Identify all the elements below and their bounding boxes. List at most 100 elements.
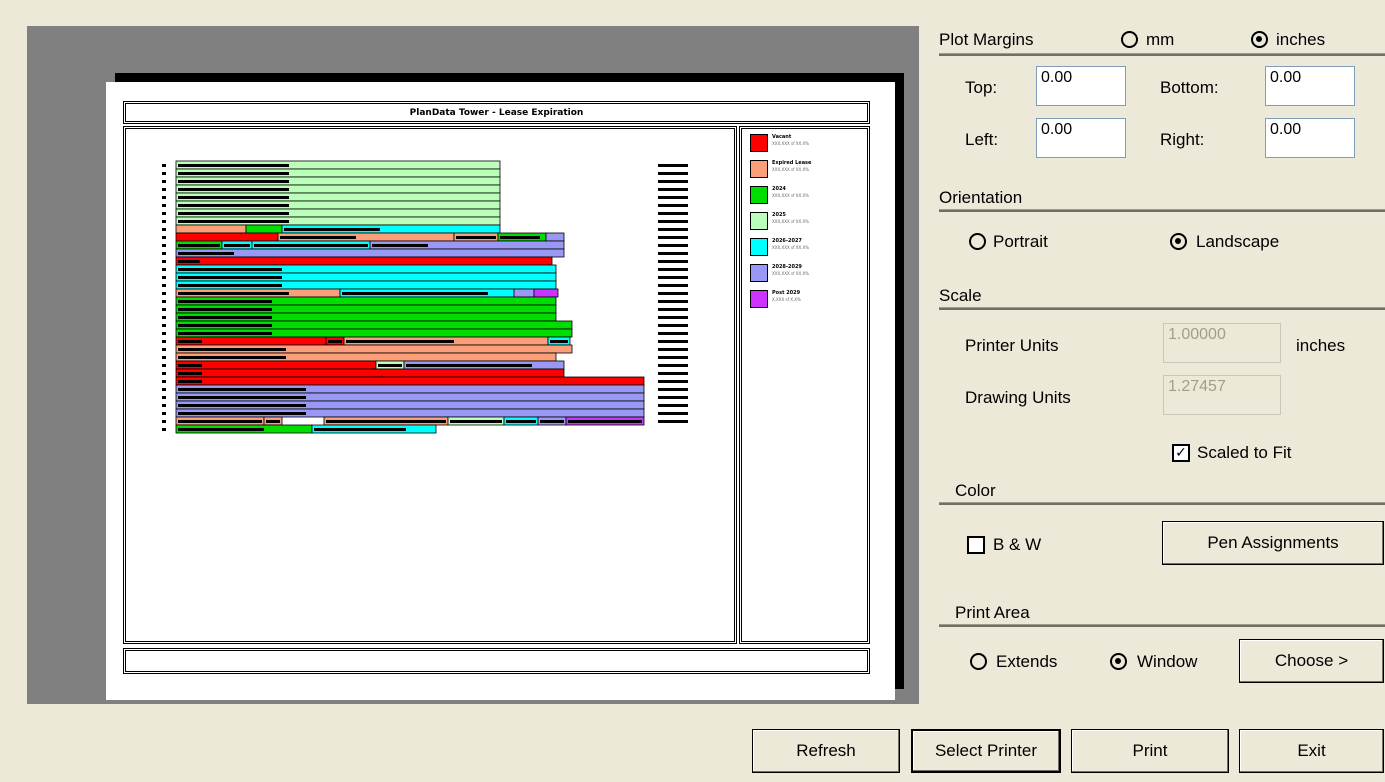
floor-area-label xyxy=(658,420,688,423)
tenant-label xyxy=(178,316,272,319)
floor-marker xyxy=(162,268,166,271)
right-label: Right: xyxy=(1160,130,1205,149)
floor-marker xyxy=(162,396,166,399)
tenant-label xyxy=(178,220,289,223)
floor-area-label xyxy=(658,292,688,295)
legend-stat: XXX,XXX sf XX.X% xyxy=(772,271,810,276)
extends-label: Extends xyxy=(996,652,1058,671)
floor-area-label xyxy=(658,204,688,207)
floor-marker xyxy=(162,380,166,383)
pen-assignments-button[interactable]: Pen Assignments xyxy=(1162,521,1384,565)
tenant-label xyxy=(500,236,540,239)
landscape-radio[interactable] xyxy=(1170,233,1187,250)
tenant-label xyxy=(178,284,282,287)
tenant-label xyxy=(224,244,250,247)
floor-marker xyxy=(162,340,166,343)
tenant-label xyxy=(178,276,282,279)
portrait-radio[interactable] xyxy=(969,233,986,250)
tenant-label xyxy=(178,252,234,255)
tenant-label xyxy=(328,340,342,343)
floor-marker xyxy=(162,188,166,191)
floor-marker xyxy=(162,332,166,335)
stacking-plan-graphic xyxy=(162,160,688,434)
orientation-divider xyxy=(939,209,1385,212)
floor-marker xyxy=(162,388,166,391)
floor-marker xyxy=(162,300,166,303)
floor-marker xyxy=(162,412,166,415)
inches-radio[interactable] xyxy=(1251,31,1268,48)
floor-area-label xyxy=(658,172,688,175)
tenant-label xyxy=(178,164,289,167)
floor-area-label xyxy=(658,316,688,319)
left-margin-input[interactable]: 0.00 xyxy=(1036,118,1126,158)
floor-marker xyxy=(162,356,166,359)
select-printer-button[interactable]: Select Printer xyxy=(911,729,1061,773)
tenant-label xyxy=(178,428,264,431)
floor-area-label xyxy=(658,164,688,167)
suite-block xyxy=(545,232,565,242)
floor-marker xyxy=(162,220,166,223)
legend-stat: X,XXX sf X.X% xyxy=(772,297,801,302)
floor-marker xyxy=(162,348,166,351)
tenant-label xyxy=(346,340,454,343)
extends-radio[interactable] xyxy=(970,653,987,670)
tenant-label xyxy=(372,244,428,247)
bw-checkbox[interactable] xyxy=(967,536,985,554)
bottom-margin-input[interactable]: 0.00 xyxy=(1265,66,1355,106)
printer-units-input[interactable]: 1.00000 xyxy=(1163,323,1281,363)
suite-block xyxy=(175,368,565,378)
legend-swatch xyxy=(750,264,768,282)
floor-area-label xyxy=(658,340,688,343)
legend-label: Expired Lease xyxy=(772,160,812,166)
floor-marker xyxy=(162,364,166,367)
suite-block xyxy=(175,248,565,258)
legend-swatch xyxy=(750,186,768,204)
tenant-label xyxy=(178,188,289,191)
mm-radio[interactable] xyxy=(1121,31,1138,48)
tenant-label xyxy=(178,292,289,295)
choose-button[interactable]: Choose > xyxy=(1239,639,1384,683)
floor-marker xyxy=(162,428,166,431)
right-margin-input[interactable]: 0.00 xyxy=(1265,118,1355,158)
tenant-label xyxy=(406,364,532,367)
floor-marker xyxy=(162,260,166,263)
tenant-label xyxy=(550,340,568,343)
floor-marker xyxy=(162,244,166,247)
floor-marker xyxy=(162,404,166,407)
tenant-label xyxy=(178,396,306,399)
floor-marker xyxy=(162,236,166,239)
tenant-label xyxy=(178,348,286,351)
floor-area-label xyxy=(658,276,688,279)
tenant-label xyxy=(280,236,356,239)
legend-stat: XXX,XXX sf XX.X% xyxy=(772,193,810,198)
orientation-title: Orientation xyxy=(939,188,1023,207)
floor-marker xyxy=(162,324,166,327)
floor-marker xyxy=(162,180,166,183)
floor-area-label xyxy=(658,212,688,215)
floor-area-label xyxy=(658,236,688,239)
legend-swatch xyxy=(750,238,768,256)
tenant-label xyxy=(178,388,306,391)
floor-marker xyxy=(162,164,166,167)
legend: Vacant XXX,XXX sf XX.X% Expired Lease XXX,X… xyxy=(739,126,870,644)
print-area-divider xyxy=(939,624,1385,627)
portrait-label: Portrait xyxy=(993,232,1048,251)
print-area-title: Print Area xyxy=(955,603,1030,622)
drawing-units-input[interactable]: 1.27457 xyxy=(1163,375,1281,415)
window-radio[interactable] xyxy=(1110,653,1127,670)
suite-block xyxy=(175,256,553,266)
print-button[interactable]: Print xyxy=(1071,729,1229,773)
tenant-label xyxy=(178,324,272,327)
legend-swatch xyxy=(750,160,768,178)
floor-area-label xyxy=(658,308,688,311)
tenant-label xyxy=(178,260,200,263)
exit-button[interactable]: Exit xyxy=(1239,729,1384,773)
plot-margins-title: Plot Margins xyxy=(939,30,1034,49)
legend-stat: XXX,XXX sf XX.X% xyxy=(772,167,810,172)
scaled-to-fit-checkbox[interactable]: ✓ xyxy=(1172,444,1190,462)
suite-block xyxy=(513,288,535,298)
tenant-label xyxy=(540,420,564,423)
top-margin-input[interactable]: 0.00 xyxy=(1036,66,1126,106)
tenant-label xyxy=(178,244,220,247)
refresh-button[interactable]: Refresh xyxy=(752,729,900,773)
